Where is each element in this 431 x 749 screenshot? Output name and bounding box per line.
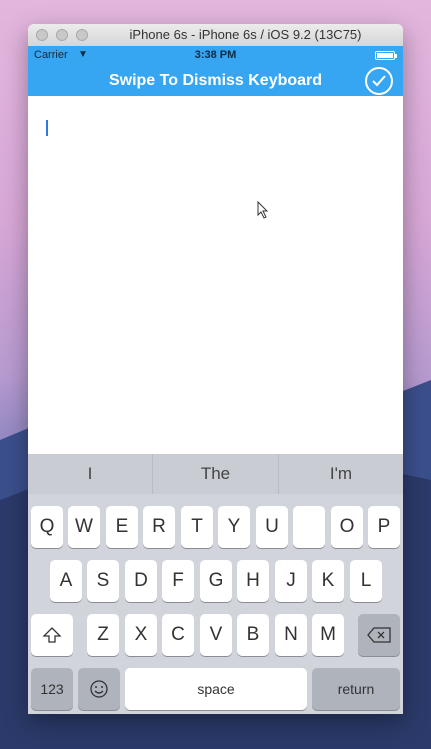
suggestion-3[interactable]: I'm — [279, 454, 403, 494]
key-z[interactable]: Z — [87, 614, 119, 656]
numbers-key[interactable]: 123 — [31, 668, 73, 710]
text-view[interactable] — [28, 96, 403, 454]
key-g[interactable]: G — [200, 560, 232, 602]
key-j[interactable]: J — [275, 560, 307, 602]
minimize-window-button[interactable] — [56, 29, 68, 41]
key-a[interactable]: A — [50, 560, 82, 602]
key-n[interactable]: N — [275, 614, 307, 656]
mouse-pointer-icon — [257, 201, 269, 219]
predictive-bar: I The I'm — [28, 454, 403, 494]
return-key[interactable]: return — [312, 668, 400, 710]
close-window-button[interactable] — [36, 29, 48, 41]
key-b[interactable]: B — [237, 614, 269, 656]
window-titlebar: iPhone 6s - iPhone 6s / iOS 9.2 (13C75) — [28, 24, 403, 47]
key-p[interactable]: P — [368, 506, 400, 548]
key-f[interactable]: F — [162, 560, 194, 602]
zoom-window-button[interactable] — [76, 29, 88, 41]
key-d[interactable]: D — [125, 560, 157, 602]
key-e[interactable]: E — [106, 506, 138, 548]
key-r[interactable]: R — [143, 506, 175, 548]
key-t[interactable]: T — [181, 506, 213, 548]
key-w[interactable]: W — [68, 506, 100, 548]
navigation-bar: Swipe To Dismiss Keyboard — [28, 66, 403, 96]
status-bar: Carrier ▼ 3:38 PM — [28, 46, 403, 66]
window-title: iPhone 6s - iPhone 6s / iOS 9.2 (13C75) — [129, 27, 362, 42]
key-i[interactable] — [293, 506, 325, 548]
key-y[interactable]: Y — [218, 506, 250, 548]
key-l[interactable]: L — [350, 560, 382, 602]
key-s[interactable]: S — [87, 560, 119, 602]
key-o[interactable]: O — [331, 506, 363, 548]
key-u[interactable]: U — [256, 506, 288, 548]
text-cursor — [46, 120, 48, 136]
backspace-icon — [367, 627, 391, 643]
nav-title: Swipe To Dismiss Keyboard — [108, 72, 323, 89]
simulator-window: iPhone 6s - iPhone 6s / iOS 9.2 (13C75) … — [28, 24, 403, 714]
emoji-icon — [90, 680, 108, 698]
key-q[interactable]: Q — [31, 506, 63, 548]
checkmark-icon — [372, 75, 386, 87]
keyboard: I The I'm Q W E R T Y U O P A S D F G H … — [28, 454, 403, 714]
shift-icon — [42, 627, 62, 643]
key-x[interactable]: X — [125, 614, 157, 656]
backspace-key[interactable] — [358, 614, 400, 656]
suggestion-2[interactable]: The — [153, 454, 279, 494]
key-h[interactable]: H — [237, 560, 269, 602]
suggestion-1[interactable]: I — [28, 454, 153, 494]
key-c[interactable]: C — [162, 614, 194, 656]
key-m[interactable]: M — [312, 614, 344, 656]
space-key[interactable]: space — [125, 668, 307, 710]
key-v[interactable]: V — [200, 614, 232, 656]
key-k[interactable]: K — [312, 560, 344, 602]
battery-icon — [375, 51, 397, 60]
status-time: 3:38 PM — [194, 49, 237, 61]
emoji-key[interactable] — [78, 668, 120, 710]
shift-key[interactable] — [31, 614, 73, 656]
done-checkmark-button[interactable] — [365, 67, 393, 95]
